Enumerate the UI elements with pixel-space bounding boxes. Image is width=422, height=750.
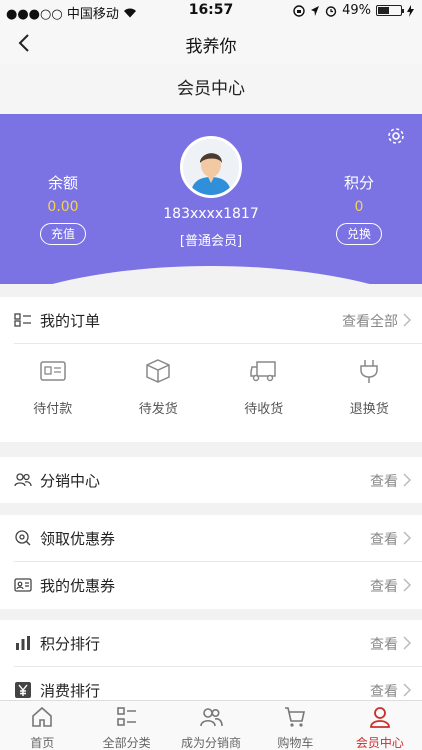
orders-header[interactable]: 我的订单 查看全部 (0, 297, 422, 343)
tab-bar: 首页 全部分类 成为分销商 购物车 会员中心 (0, 700, 422, 750)
plug-icon (360, 360, 378, 383)
view-link[interactable]: 查看 (370, 576, 398, 596)
tab-label: 购物车 (277, 736, 314, 750)
tab-label: 会员中心 (355, 736, 404, 750)
page-title: 会员中心 (0, 64, 422, 114)
coupons-card: 领取优惠券 查看 我的优惠券 查看 (0, 515, 422, 609)
points-label: 积分 (343, 174, 374, 192)
menu-label: 分销中心 (40, 471, 101, 490)
avatar[interactable] (180, 136, 242, 198)
tab-home[interactable]: 首页 (0, 701, 84, 750)
chevron-right-icon (403, 531, 412, 545)
status-bar: ●●●○○ 中国移动 16:57 49% (0, 0, 422, 22)
rankings-card: 积分排行 查看 消费排行 查看 (0, 620, 422, 700)
view-link[interactable]: 查看 (370, 634, 398, 654)
menu-row-distribution[interactable]: 分销中心 查看 (0, 457, 422, 503)
yen-icon (15, 682, 31, 698)
orders-card: 我的订单 查看全部 待付款 待发货 待收货 退换货 (0, 297, 422, 442)
tab-label: 全部分类 (102, 736, 151, 750)
view-link[interactable]: 查看 (370, 681, 398, 700)
user-icon (369, 707, 390, 728)
tab-label: 首页 (30, 736, 55, 750)
rotation-lock-icon (293, 4, 305, 17)
truck-icon (250, 361, 276, 382)
nav-title: 我养你 (185, 37, 237, 57)
menu-label: 领取优惠券 (40, 529, 116, 548)
charging-icon (407, 4, 414, 17)
bar-chart-icon (16, 636, 30, 650)
box-icon (146, 359, 170, 383)
points-block: 积分 0 兑换 (314, 172, 404, 245)
chevron-right-icon (403, 683, 412, 697)
cart-icon (285, 707, 306, 727)
battery-percent: 49% (342, 3, 371, 18)
tab-cart[interactable]: 购物车 (253, 701, 337, 750)
location-icon (311, 5, 320, 16)
home-icon (32, 706, 53, 727)
id-card-icon (14, 578, 32, 592)
coupon-search-icon (15, 530, 31, 546)
order-pending-receipt[interactable]: 待收货 (211, 346, 317, 442)
menu-row-my-coupons[interactable]: 我的优惠券 查看 (0, 562, 422, 608)
tab-member-center[interactable]: 会员中心 (338, 701, 422, 750)
tab-become-distributor[interactable]: 成为分销商 (169, 701, 253, 750)
order-label: 待收货 (244, 402, 284, 417)
menu-label: 我的优惠券 (40, 576, 116, 595)
order-label: 待发货 (138, 402, 178, 417)
gear-icon[interactable] (386, 126, 406, 146)
order-pending-payment[interactable]: 待付款 (0, 346, 106, 442)
header-curve (0, 266, 422, 284)
divider (14, 343, 422, 344)
card-icon (40, 361, 66, 381)
exchange-button[interactable]: 兑换 (335, 223, 382, 245)
status-right: 49% (293, 3, 414, 18)
distribution-card: 分销中心 查看 (0, 457, 422, 503)
profile-header: 余额 0.00 充值 183xxxx1817 [普通会员] 积分 0 兑换 (0, 114, 422, 284)
order-returns[interactable]: 退换货 (317, 346, 422, 442)
order-pending-shipment[interactable]: 待发货 (106, 346, 212, 442)
menu-row-points-ranking[interactable]: 积分排行 查看 (0, 620, 422, 666)
chevron-right-icon (403, 473, 412, 487)
alarm-icon (325, 5, 337, 17)
order-label: 待付款 (33, 402, 73, 417)
balance-label: 余额 (47, 174, 78, 192)
points-value: 0 (354, 199, 364, 215)
view-all-orders-link[interactable]: 查看全部 (342, 311, 398, 331)
group-icon (200, 708, 223, 727)
order-status-row: 待付款 待发货 待收货 退换货 (0, 346, 422, 442)
chevron-right-icon (403, 578, 412, 592)
view-link[interactable]: 查看 (370, 529, 398, 549)
menu-label: 消费排行 (40, 681, 101, 700)
view-link[interactable]: 查看 (370, 471, 398, 491)
tab-label: 成为分销商 (181, 736, 242, 750)
menu-row-spending-ranking[interactable]: 消费排行 查看 (0, 667, 422, 700)
orders-title: 我的订单 (40, 311, 101, 330)
list-icon (14, 313, 31, 327)
user-avatar-icon (183, 139, 239, 195)
chevron-right-icon (403, 636, 412, 650)
category-icon (116, 707, 136, 726)
menu-label: 积分排行 (40, 634, 101, 653)
battery-icon (376, 5, 404, 16)
menu-row-get-coupons[interactable]: 领取优惠券 查看 (0, 515, 422, 561)
chevron-right-icon (403, 313, 412, 327)
people-icon (14, 473, 32, 487)
tab-categories[interactable]: 全部分类 (84, 701, 168, 750)
order-label: 退换货 (349, 402, 389, 417)
nav-bar: 我养你 (0, 22, 422, 64)
